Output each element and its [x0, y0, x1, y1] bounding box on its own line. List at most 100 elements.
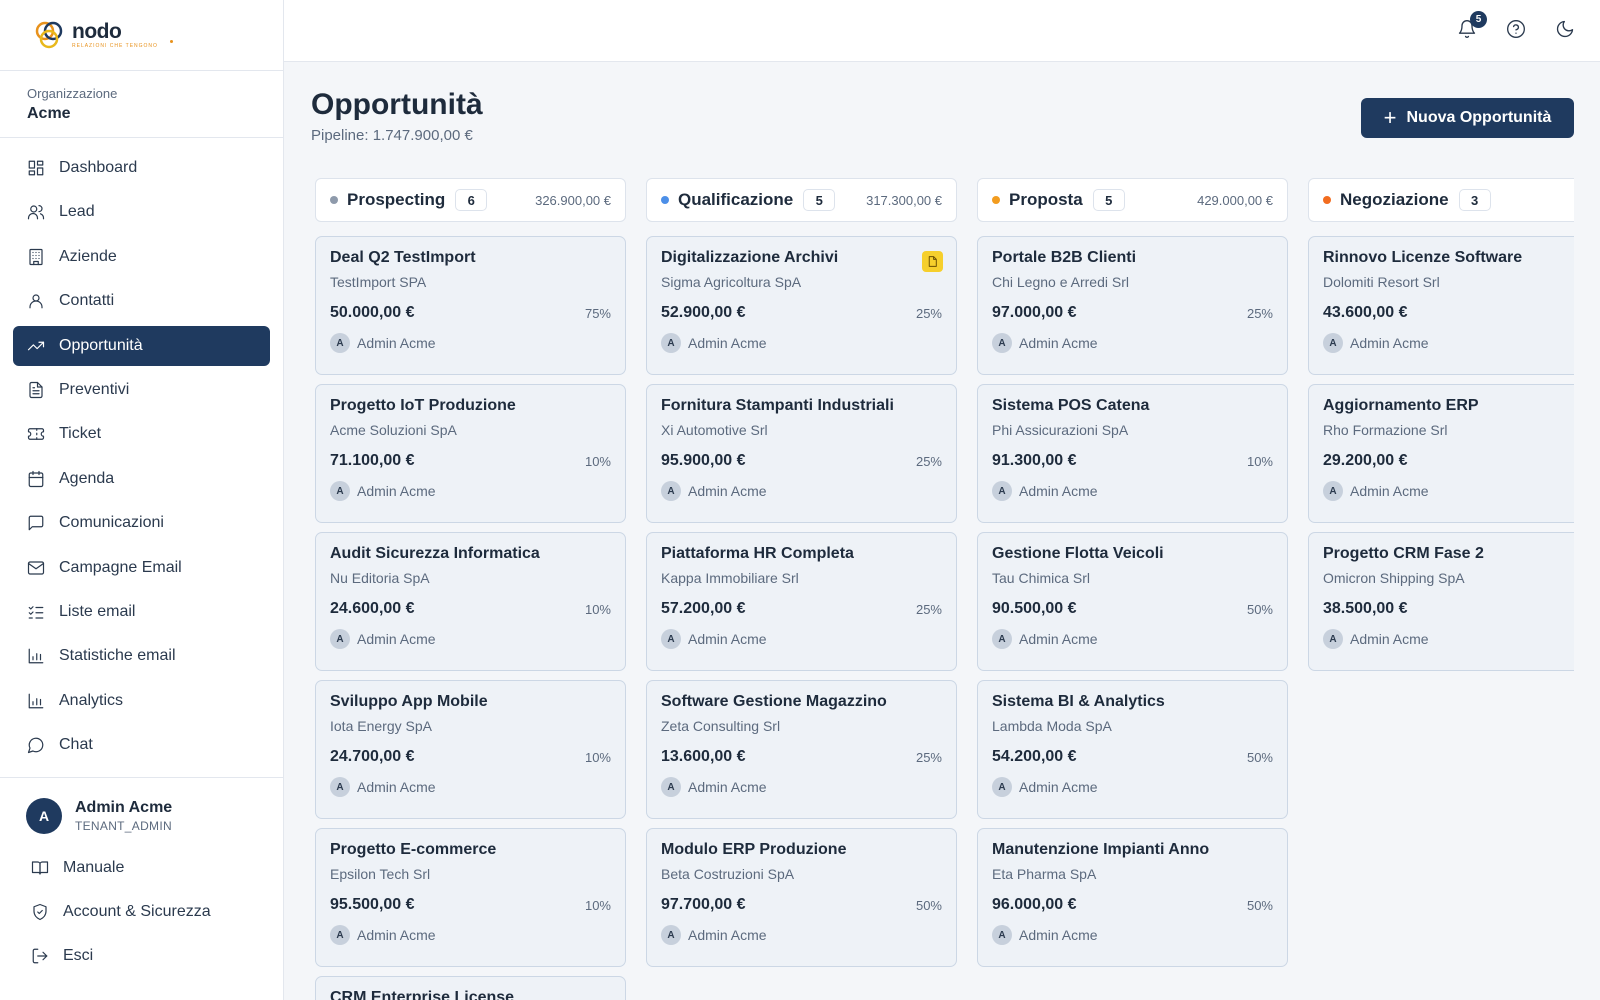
opportunity-company: Beta Costruzioni SpA [661, 866, 795, 882]
opportunity-amount: 50.000,00 € [330, 304, 415, 321]
opportunity-owner: A Admin Acme [661, 925, 942, 945]
plus-icon: + [1383, 105, 1397, 130]
opportunity-company: Rho Formazione Srl [1323, 422, 1448, 438]
sidebar-item-ticket[interactable]: Ticket [13, 414, 270, 454]
sidebar-item-aziende[interactable]: Aziende [13, 237, 270, 277]
opportunity-title: Sistema BI & Analytics [992, 693, 1165, 710]
help-button[interactable] [1506, 19, 1530, 43]
stage-dot [1323, 196, 1331, 204]
opportunity-card[interactable]: CRM Enterprise License [315, 976, 626, 1000]
opportunity-title: CRM Enterprise License [330, 989, 515, 1000]
sidebar-item-chat[interactable]: Chat [13, 725, 270, 765]
opportunity-title: Progetto CRM Fase 2 [1323, 545, 1484, 562]
user-name: Admin Acme [75, 799, 173, 816]
opportunity-amount: 38.500,00 € [1323, 600, 1408, 617]
shield-check-icon [33, 903, 47, 921]
opportunity-probability: 10% [584, 897, 611, 913]
avatar: A [330, 481, 350, 501]
sidebar-item-label: Aziende [59, 247, 117, 265]
organization-selector[interactable]: Organizzazione Acme [0, 71, 283, 138]
opportunity-probability: 50% [1246, 749, 1273, 765]
column-title: Proposta [1009, 190, 1083, 209]
pipeline-total: Pipeline: 1.747.900,00 € [311, 127, 473, 144]
sidebar-item-dashboard[interactable]: Dashboard [13, 148, 270, 188]
opportunity-owner: A Admin Acme [992, 333, 1273, 353]
opportunity-card[interactable]: Software Gestione Magazzino Zeta Consulti… [646, 680, 957, 819]
opportunity-card[interactable]: Rinnovo Licenze Software Dolomiti Resort … [1308, 236, 1574, 375]
column-title: Prospecting [347, 190, 446, 209]
mail-icon [27, 560, 45, 575]
sidebar-item-preventivi[interactable]: Preventivi [13, 370, 270, 410]
notifications-button[interactable]: 5 [1457, 11, 1487, 43]
sidebar-item-opportunità[interactable]: Opportunità [13, 325, 270, 366]
sidebar-item-label: Campagne Email [59, 558, 182, 576]
opportunity-card[interactable]: Digitalizzazione Archivi Sigma Agricoltur… [646, 236, 957, 375]
sidebar-item-label: Dashboard [59, 159, 138, 176]
column-header: Qualificazione 5 317.300,00 € [646, 178, 957, 222]
logo[interactable]: nodo RELAZIONI CHE TENGONO [0, 0, 283, 71]
sidebar-item-liste-email[interactable]: Liste email [13, 592, 270, 632]
sidebar-item-label: Chat [59, 736, 93, 754]
opportunity-card[interactable]: Deal Q2 TestImport TestImport SPA 50.000,0… [315, 236, 626, 375]
opportunity-card[interactable]: Sistema BI & Analytics Lambda Moda SpA 54.… [977, 680, 1288, 819]
opportunity-company: Nu Editoria SpA [330, 570, 430, 586]
opportunity-amount: 57.200,00 € [661, 600, 746, 617]
opportunity-card[interactable]: Progetto CRM Fase 2 Omicron Shipping SpA 3… [1308, 532, 1574, 671]
user-icon [29, 294, 43, 309]
owner-name: Admin Acme [1019, 631, 1098, 647]
column-count-badge: 6 [455, 189, 488, 211]
opportunity-probability: 10% [584, 601, 611, 617]
opportunity-card[interactable]: Sviluppo App Mobile Iota Energy SpA 24.700… [315, 680, 626, 819]
opportunity-card[interactable]: Audit Sicurezza Informatica Nu Editoria S… [315, 532, 626, 671]
opportunity-owner: A Admin Acme [661, 481, 942, 501]
opportunity-card[interactable]: Modulo ERP Produzione Beta Costruzioni Sp… [646, 828, 957, 967]
opportunity-owner: A Admin Acme [992, 629, 1273, 649]
new-opportunity-button[interactable]: + Nuova Opportunità [1361, 98, 1574, 138]
avatar: A [992, 481, 1012, 501]
manual-link[interactable]: Manuale [0, 846, 284, 890]
sidebar-item-comunicazioni[interactable]: Comunicazioni [13, 503, 270, 543]
kanban-column-negoziazione: Negoziazione 3 111.3 Rinnovo Licenze Softwa… [1308, 178, 1574, 671]
opportunity-amount: 43.600,00 € [1323, 304, 1408, 321]
kanban-column-prospecting: Prospecting 6 326.900,00 € Deal Q2 TestImpo… [315, 178, 626, 1000]
opportunity-amount: 97.000,00 € [992, 304, 1077, 321]
logout-link[interactable]: Esci [0, 934, 284, 978]
opportunity-card[interactable]: Sistema POS Catena Phi Assicurazioni SpA 9… [977, 384, 1288, 523]
avatar: A [1323, 629, 1343, 649]
opportunity-probability: 10% [584, 453, 611, 469]
opportunity-amount: 24.700,00 € [330, 748, 415, 765]
opportunity-company: Lambda Moda SpA [992, 718, 1112, 734]
sidebar-item-label: Comunicazioni [59, 514, 164, 532]
avatar: A [330, 777, 350, 797]
owner-name: Admin Acme [357, 779, 436, 795]
owner-name: Admin Acme [1019, 483, 1098, 499]
opportunity-card[interactable]: Fornitura Stampanti Industriali Xi Automo… [646, 384, 957, 523]
opportunity-card[interactable]: Manutenzione Impianti Anno Eta Pharma SpA… [977, 828, 1288, 967]
opportunity-owner: A Admin Acme [330, 925, 611, 945]
user-profile[interactable]: A Admin Acme TENANT_ADMIN [0, 778, 284, 846]
opportunity-card[interactable]: Progetto E-commerce Epsilon Tech Srl 95.50… [315, 828, 626, 967]
opportunity-card[interactable]: Progetto IoT Produzione Acme Soluzioni Sp… [315, 384, 626, 523]
sidebar-item-statistiche-email[interactable]: Statistiche email [13, 636, 270, 676]
opportunity-card[interactable]: Aggiornamento ERP Rho Formazione Srl 29.20… [1308, 384, 1574, 523]
opportunity-company: Epsilon Tech Srl [330, 866, 431, 882]
theme-toggle-button[interactable] [1555, 19, 1579, 43]
opportunity-owner: A Admin Acme [992, 777, 1273, 797]
avatar: A [1323, 333, 1343, 353]
sidebar-item-analytics[interactable]: Analytics [13, 681, 270, 721]
account-security-link[interactable]: Account & Sicurezza [0, 890, 284, 934]
opportunity-card[interactable]: Gestione Flotta Veicoli Tau Chimica Srl 90… [977, 532, 1288, 671]
document-icon[interactable] [922, 251, 943, 272]
sidebar-item-lead[interactable]: Lead [13, 192, 270, 232]
avatar: A [330, 333, 350, 353]
opportunity-amount: 24.600,00 € [330, 600, 415, 617]
sidebar-item-contatti[interactable]: Contatti [13, 281, 270, 321]
opportunity-probability: 75% [584, 305, 611, 321]
opportunity-card[interactable]: Piattaforma HR Completa Kappa Immobiliare… [646, 532, 957, 671]
opportunity-company: Sigma Agricoltura SpA [661, 274, 802, 290]
owner-name: Admin Acme [688, 483, 767, 499]
opportunity-amount: 95.500,00 € [330, 896, 415, 913]
opportunity-card[interactable]: Portale B2B Clienti Chi Legno e Arredi Sr… [977, 236, 1288, 375]
sidebar-item-agenda[interactable]: Agenda [13, 459, 270, 499]
sidebar-item-campagne-email[interactable]: Campagne Email [13, 548, 270, 588]
